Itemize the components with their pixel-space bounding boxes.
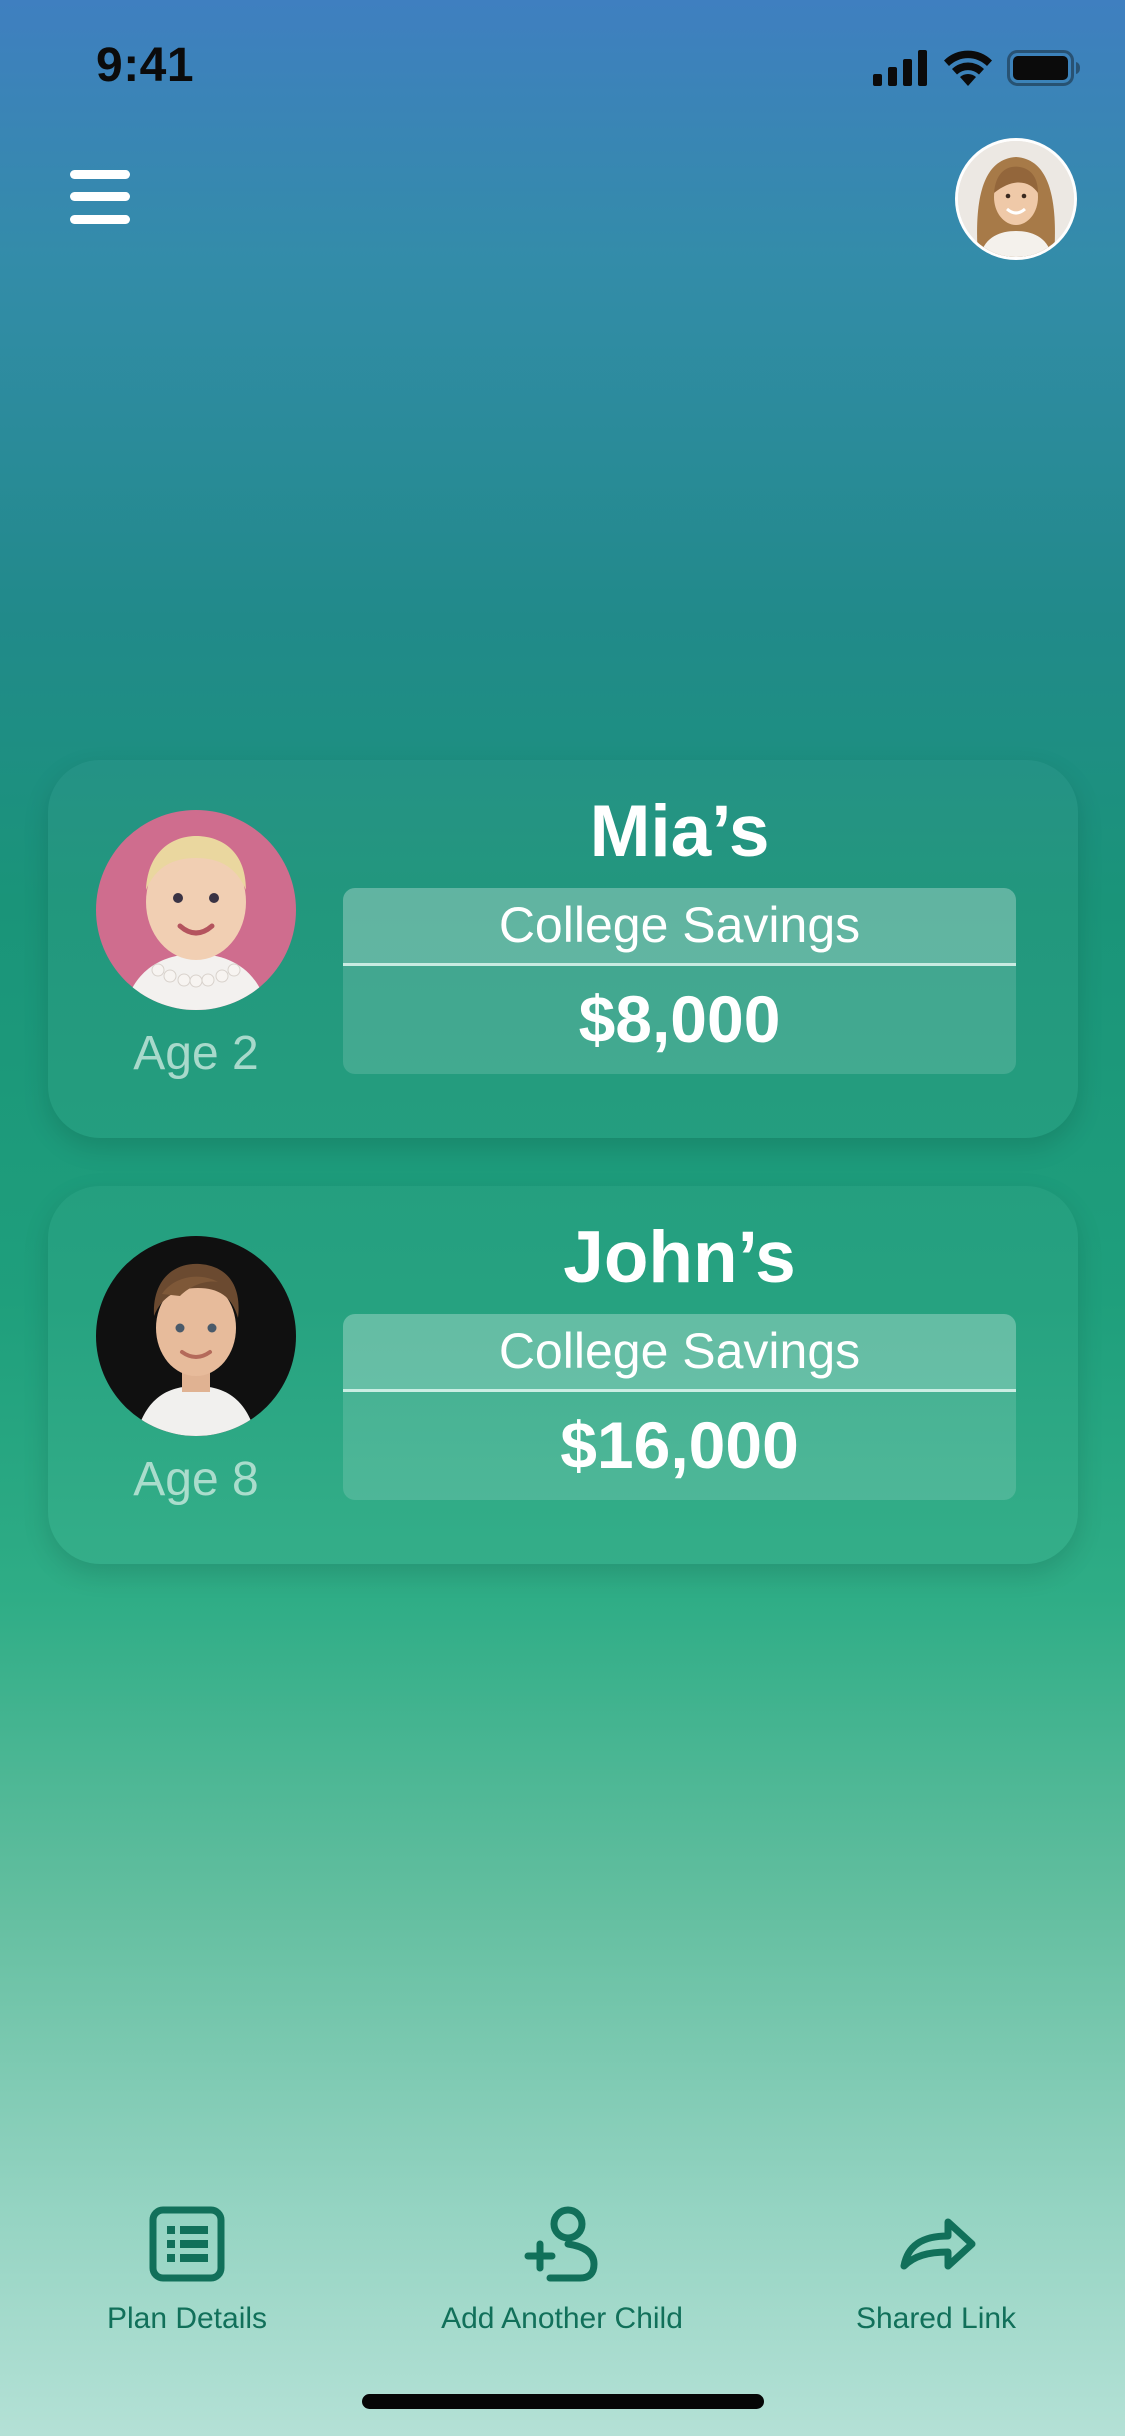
- tab-label: Shared Link: [855, 2302, 1017, 2335]
- battery-icon: [1007, 50, 1080, 86]
- tab-add-another-child[interactable]: Add Another Child: [412, 2204, 712, 2335]
- child-name: Mia’s: [589, 791, 770, 872]
- tab-label: Plan Details: [106, 2302, 268, 2335]
- cellular-signal-icon: [873, 50, 927, 86]
- savings-label: College Savings: [343, 888, 1016, 966]
- menu-line: [70, 170, 130, 179]
- child-photo: [96, 1236, 296, 1436]
- child-card-mia[interactable]: Age 2 Mia’s College Savings $8,000: [48, 760, 1078, 1138]
- add-person-icon: [524, 2206, 598, 2282]
- child-photo: [96, 810, 296, 1010]
- child-name: John’s: [563, 1217, 796, 1298]
- savings-amount: $8,000: [578, 982, 781, 1056]
- profile-photo-icon: [958, 141, 1074, 257]
- baby-photo-icon: [96, 810, 296, 1010]
- tab-shared-link[interactable]: Shared Link: [836, 2204, 1036, 2335]
- status-time: 9:41: [96, 39, 195, 92]
- home-indicator[interactable]: [362, 2394, 764, 2409]
- savings-label: College Savings: [343, 1314, 1016, 1392]
- tab-plan-details[interactable]: Plan Details: [87, 2204, 287, 2335]
- status-icons: [873, 46, 1081, 90]
- tab-label: Add Another Child: [441, 2302, 683, 2335]
- app-screen: 9:41 Age 2 Mia’s College Savings $8,000 …: [0, 0, 1125, 2436]
- child-age: Age 2: [133, 1027, 259, 1080]
- savings-amount: $16,000: [560, 1408, 799, 1482]
- menu-line: [70, 192, 130, 201]
- child-card-john[interactable]: Age 8 John’s College Savings $16,000: [48, 1186, 1078, 1564]
- hamburger-menu-button[interactable]: [70, 170, 130, 224]
- share-arrow-icon: [900, 2218, 976, 2270]
- savings-panel: College Savings $8,000: [343, 888, 1016, 1074]
- menu-line: [70, 215, 130, 224]
- user-avatar[interactable]: [955, 138, 1077, 260]
- savings-panel: College Savings $16,000: [343, 1314, 1016, 1500]
- boy-photo-icon: [96, 1236, 296, 1436]
- wifi-icon: [944, 50, 992, 86]
- child-age: Age 8: [133, 1453, 259, 1506]
- list-document-icon: [149, 2206, 225, 2282]
